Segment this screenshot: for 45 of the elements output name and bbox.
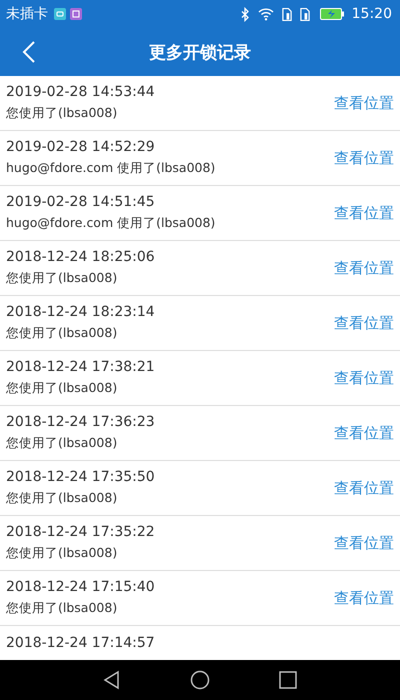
record-time: 2019-02-28 14:51:45	[6, 194, 156, 210]
view-location-link[interactable]: 查看位置	[334, 424, 394, 442]
record-time: 2018-12-24 17:38:21	[6, 359, 156, 375]
view-location-link[interactable]: 查看位置	[334, 368, 394, 388]
wifi-icon	[258, 7, 274, 21]
view-location-link[interactable]: 查看位置	[334, 534, 394, 552]
home-icon[interactable]	[190, 670, 210, 690]
record-detail: 您使用了(lbsa008)	[6, 105, 118, 122]
record-time: 2018-12-24 18:23:14	[6, 304, 156, 320]
record-detail: 您使用了(lbsa008)	[6, 435, 118, 452]
sim-card-icon	[282, 6, 292, 22]
view-location-link[interactable]: 查看位置	[334, 588, 394, 608]
bluetooth-icon	[240, 6, 250, 22]
app-icon	[54, 8, 66, 20]
record-detail: 您使用了(lbsa008)	[6, 545, 118, 562]
view-location-link[interactable]: 查看位置	[334, 258, 394, 278]
recent-apps-icon[interactable]	[278, 670, 298, 690]
back-icon[interactable]	[102, 670, 122, 690]
view-location-link[interactable]: 查看位置	[334, 94, 394, 112]
view-location-link[interactable]: 查看位置	[334, 204, 394, 222]
battery-icon	[320, 8, 344, 20]
record-time: 2019-02-28 14:53:44	[6, 84, 156, 100]
view-location-link[interactable]: 查看位置	[334, 148, 394, 168]
record-detail: 您使用了(lbsa008)	[6, 600, 118, 617]
view-location-link[interactable]: 查看位置	[334, 314, 394, 332]
app-icon	[70, 8, 82, 20]
record-time: 2018-12-24 17:35:22	[6, 524, 156, 540]
view-location-link[interactable]: 查看位置	[334, 478, 394, 498]
record-detail: hugo@fdore.com 使用了(lbsa008)	[6, 215, 216, 232]
back-icon[interactable]	[22, 40, 36, 64]
clock-text: 15:20	[352, 6, 392, 22]
sim-card-icon	[300, 6, 310, 22]
record-detail: 您使用了(lbsa008)	[6, 380, 118, 397]
record-time: 2018-12-24 17:14:57	[6, 635, 156, 651]
record-time: 2019-02-28 14:52:29	[6, 139, 156, 155]
record-time: 2018-12-24 17:36:23	[6, 414, 156, 430]
page-title: 更多开锁记录	[149, 42, 252, 64]
record-time: 2018-12-24 18:25:06	[6, 249, 156, 265]
record-detail: 您使用了(lbsa008)	[6, 325, 118, 342]
record-detail: 您使用了(lbsa008)	[6, 490, 118, 507]
record-detail: hugo@fdore.com 使用了(lbsa008)	[6, 160, 216, 177]
record-detail: 您使用了(lbsa008)	[6, 270, 118, 287]
record-time: 2018-12-24 17:15:40	[6, 579, 156, 595]
carrier-text: 未插卡	[6, 5, 48, 23]
record-time: 2018-12-24 17:35:50	[6, 469, 156, 485]
